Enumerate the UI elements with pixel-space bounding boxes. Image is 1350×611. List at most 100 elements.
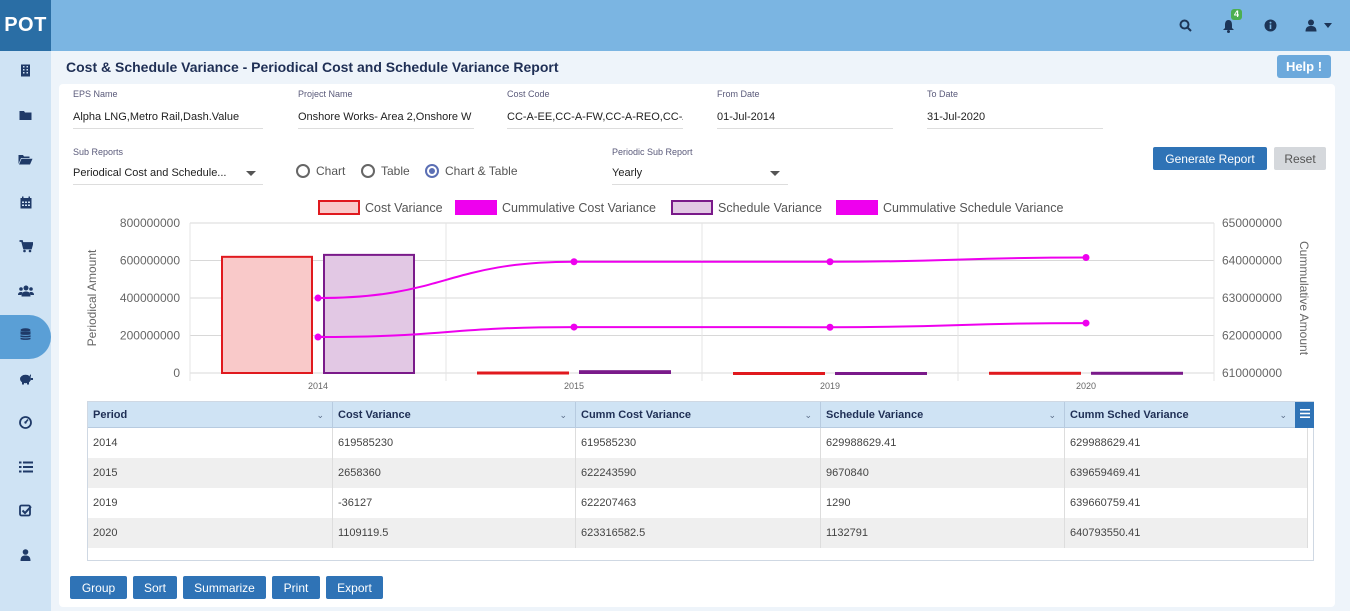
cell-period: 2020 xyxy=(88,518,333,548)
cell-period: 2019 xyxy=(88,488,333,518)
sidebar-item-building[interactable] xyxy=(0,51,51,95)
chevron-down-icon[interactable] xyxy=(246,171,256,176)
group-button[interactable]: Group xyxy=(70,576,127,599)
column-header-label: Period xyxy=(93,409,128,421)
notification-badge: 4 xyxy=(1231,9,1243,20)
data-point xyxy=(314,333,322,341)
project-name-field[interactable]: Onshore Works- Area 2,Onshore W xyxy=(298,107,474,129)
cell-cumm-cost-variance: 623316582.5 xyxy=(576,518,821,548)
column-header-label: Schedule Variance xyxy=(826,409,924,421)
data-grid: Period ⌄ Cost Variance ⌄ Cumm Cost Varianc… xyxy=(87,401,1314,561)
sidebar-item-users[interactable] xyxy=(0,271,51,315)
cell-schedule-variance: 9670840 xyxy=(821,458,1065,488)
cell-cost-variance: 1109119.5 xyxy=(333,518,576,548)
sidebar-item-folder-open[interactable] xyxy=(0,139,51,183)
y-tick-label: 400000000 xyxy=(120,291,180,305)
sidebar-item-cart[interactable] xyxy=(0,227,51,271)
sidebar-item-database[interactable] xyxy=(0,315,51,359)
reset-button[interactable]: Reset xyxy=(1274,147,1326,170)
legend-swatch xyxy=(671,200,713,215)
y-axis-label: Periodical Amount xyxy=(87,249,99,346)
to-date-field[interactable]: 31-Jul-2020 xyxy=(927,107,1103,129)
data-point xyxy=(1082,319,1090,327)
table-row[interactable]: 2014 619585230 619585230 629988629.41 62… xyxy=(88,428,1308,458)
cost-code-label: Cost Code xyxy=(507,89,550,99)
sidebar-item-list[interactable] xyxy=(0,447,51,491)
cell-cost-variance: -36127 xyxy=(333,488,576,518)
radio-chart-and-table[interactable]: Chart & Table xyxy=(425,164,518,178)
export-button[interactable]: Export xyxy=(326,576,383,599)
dashboard-icon xyxy=(19,416,32,434)
folder-icon xyxy=(19,108,32,126)
table-row[interactable]: 2015 2658360 622243590 9670840 639659469… xyxy=(88,458,1308,488)
sidebar-item-calendar[interactable] xyxy=(0,183,51,227)
legend-swatch xyxy=(318,200,360,215)
column-header-label: Cost Variance xyxy=(338,409,411,421)
radio-chart[interactable]: Chart xyxy=(296,164,345,178)
column-header-period[interactable]: Period ⌄ xyxy=(88,402,333,428)
variance-chart: 800000000 600000000 400000000 200000000 0 650… xyxy=(85,193,1313,399)
grid-header: Period ⌄ Cost Variance ⌄ Cumm Cost Varianc… xyxy=(88,402,1295,428)
table-row[interactable]: 2019 -36127 622207463 1290 639660759.41 xyxy=(88,488,1308,518)
data-point xyxy=(570,258,578,266)
sidebar-item-piggy-bank[interactable] xyxy=(0,359,51,403)
bar xyxy=(221,255,313,375)
sidebar-item-folder[interactable] xyxy=(0,95,51,139)
caret-down-icon[interactable] xyxy=(1322,0,1334,51)
from-date-field[interactable]: 01-Jul-2014 xyxy=(717,107,893,129)
bar xyxy=(1091,371,1183,375)
generate-report-button[interactable]: Generate Report xyxy=(1153,147,1267,170)
print-button[interactable]: Print xyxy=(272,576,320,599)
data-point xyxy=(826,258,834,266)
chevron-down-icon[interactable]: ⌄ xyxy=(316,402,324,428)
data-point xyxy=(826,323,834,331)
app-logo[interactable]: POT xyxy=(0,0,51,51)
from-date-label: From Date xyxy=(717,89,760,99)
cell-schedule-variance: 1290 xyxy=(821,488,1065,518)
cell-cumm-cost-variance: 622207463 xyxy=(576,488,821,518)
help-button[interactable]: Help ! xyxy=(1277,55,1331,78)
search-icon[interactable] xyxy=(1175,0,1195,51)
chevron-down-icon[interactable]: ⌄ xyxy=(1279,402,1287,428)
radio-table[interactable]: Table xyxy=(361,164,410,178)
user-icon[interactable] xyxy=(1302,0,1320,51)
cost-code-field[interactable]: CC-A-EE,CC-A-FW,CC-A-REO,CC-A-C xyxy=(507,107,683,129)
data-point xyxy=(1082,254,1090,262)
database-icon xyxy=(20,328,31,346)
periodic-sub-report-select[interactable]: Yearly xyxy=(612,163,788,185)
cell-cumm-sched-variance: 639660759.41 xyxy=(1065,488,1308,518)
y2-tick-label: 630000000 xyxy=(1222,291,1282,305)
cell-cost-variance: 619585230 xyxy=(333,428,576,458)
legend-label: Cost Variance xyxy=(365,201,443,215)
sort-button[interactable]: Sort xyxy=(133,576,177,599)
menu-icon xyxy=(1299,409,1310,421)
sidebar-item-dashboard[interactable] xyxy=(0,403,51,447)
users-icon xyxy=(17,284,34,302)
cell-schedule-variance: 629988629.41 xyxy=(821,428,1065,458)
column-header-cost-variance[interactable]: Cost Variance ⌄ xyxy=(333,402,576,428)
info-icon[interactable] xyxy=(1260,0,1280,51)
chevron-down-icon[interactable]: ⌄ xyxy=(1048,402,1056,428)
table-row[interactable]: 2020 1109119.5 623316582.5 1132791 64079… xyxy=(88,518,1308,548)
column-header-label: Cumm Cost Variance xyxy=(581,409,692,421)
eps-name-field[interactable]: Alpha LNG,Metro Rail,Dash.Value xyxy=(73,107,263,129)
y-tick-label: 800000000 xyxy=(120,216,180,230)
sidebar-item-user[interactable] xyxy=(0,535,51,579)
sub-reports-select[interactable]: Periodical Cost and Schedule... xyxy=(73,163,263,185)
summarize-button[interactable]: Summarize xyxy=(183,576,266,599)
grid-menu-button[interactable] xyxy=(1295,402,1314,428)
bell-icon[interactable] xyxy=(1218,0,1238,51)
sidebar-item-check[interactable] xyxy=(0,491,51,535)
chevron-down-icon[interactable] xyxy=(770,171,780,176)
cell-period: 2014 xyxy=(88,428,333,458)
check-square-icon xyxy=(19,504,32,522)
column-header-cumm-cost-variance[interactable]: Cumm Cost Variance ⌄ xyxy=(576,402,821,428)
chevron-down-icon[interactable]: ⌄ xyxy=(559,402,567,428)
radio-table-label: Table xyxy=(381,164,410,178)
chevron-down-icon[interactable]: ⌄ xyxy=(804,402,812,428)
sub-reports-label: Sub Reports xyxy=(73,147,124,157)
cell-cost-variance: 2658360 xyxy=(333,458,576,488)
column-header-cumm-sched-variance[interactable]: Cumm Sched Variance ⌄ xyxy=(1065,402,1295,428)
column-header-schedule-variance[interactable]: Schedule Variance ⌄ xyxy=(821,402,1065,428)
piggy-bank-icon xyxy=(18,372,33,390)
